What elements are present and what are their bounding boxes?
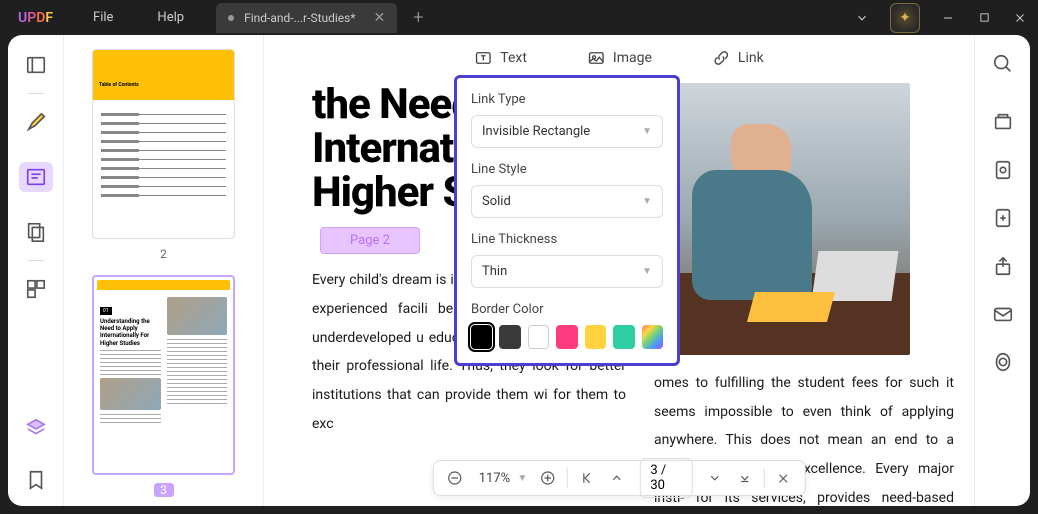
bookmark-icon[interactable] <box>23 468 49 492</box>
page-link-button[interactable]: Page 2 <box>320 227 420 254</box>
line-thickness-label: Line Thickness <box>471 232 663 247</box>
thumbnails-panel: Table of Contents 2 01 Understanding the… <box>64 35 264 506</box>
last-page-button[interactable] <box>732 464 758 492</box>
thumbnail-label-2: 2 <box>92 247 235 261</box>
new-tab-button[interactable]: + <box>413 7 423 28</box>
line-style-select[interactable]: Solid▼ <box>471 185 663 218</box>
link-properties-popup: Link Type Invisible Rectangle▼ Line Styl… <box>454 75 680 366</box>
thumb-toc-title: Table of Contents <box>99 82 228 88</box>
edit-tool-icon[interactable] <box>19 162 53 192</box>
swatch-dark-gray[interactable] <box>499 325 520 349</box>
close-toolbar-button[interactable] <box>771 464 797 492</box>
titlebar: UPDF File Help Find-and-...r-Studies* ✕ … <box>0 0 1038 35</box>
print-icon[interactable] <box>992 351 1014 373</box>
ocr-icon[interactable] <box>992 111 1014 133</box>
edit-toolbar: Text Image Link <box>474 49 763 67</box>
menu-help[interactable]: Help <box>135 10 206 25</box>
page-indicator[interactable]: 3 / 30 <box>639 458 692 498</box>
add-text-button[interactable]: Text <box>474 49 527 67</box>
thumb-badge: 01 <box>100 307 112 315</box>
reader-mode-icon[interactable] <box>23 53 49 77</box>
layers-icon[interactable] <box>23 416 49 440</box>
close-window-button[interactable] <box>1002 0 1038 35</box>
main-viewport[interactable]: Text Image Link the Need Internati Highe… <box>264 35 974 506</box>
share-icon[interactable] <box>992 255 1014 277</box>
left-toolbar <box>8 35 64 506</box>
thumbnail-label-3: 3 <box>154 483 174 497</box>
prev-page-button[interactable] <box>604 464 630 492</box>
bottom-toolbar: 117% ▼ 3 / 30 <box>433 460 806 496</box>
chevron-down-icon: ▼ <box>642 126 652 137</box>
maximize-button[interactable] <box>966 0 1002 35</box>
doc-image <box>654 83 910 355</box>
swatch-teal[interactable] <box>613 325 634 349</box>
workspace: Table of Contents 2 01 Understanding the… <box>8 35 1030 506</box>
ai-assistant-icon[interactable]: ✦ <box>890 3 920 33</box>
zoom-out-button[interactable] <box>442 464 468 492</box>
border-color-label: Border Color <box>471 302 663 317</box>
search-icon[interactable] <box>992 53 1014 75</box>
right-toolbar <box>974 35 1030 506</box>
tools-icon[interactable] <box>23 277 49 301</box>
email-icon[interactable] <box>992 303 1014 325</box>
chevron-down-icon[interactable] <box>844 0 880 35</box>
menu-file[interactable]: File <box>71 10 135 25</box>
zoom-dropdown-icon[interactable]: ▼ <box>517 473 527 484</box>
organize-pages-icon[interactable] <box>23 220 49 244</box>
line-style-label: Line Style <box>471 162 663 177</box>
chevron-down-icon: ▼ <box>642 196 652 207</box>
add-image-button[interactable]: Image <box>587 49 652 67</box>
add-link-button[interactable]: Link <box>712 49 764 67</box>
attach-icon[interactable] <box>992 207 1014 229</box>
first-page-button[interactable] <box>574 464 600 492</box>
swatch-rainbow[interactable] <box>642 325 663 349</box>
chevron-down-icon: ▼ <box>642 266 652 277</box>
next-page-button[interactable] <box>702 464 728 492</box>
comment-tool-icon[interactable] <box>23 110 49 134</box>
thumb-heading: Understanding the Need to Apply Internat… <box>100 318 161 347</box>
app-logo: UPDF <box>0 10 71 26</box>
close-tab-icon[interactable]: ✕ <box>374 10 386 26</box>
link-type-label: Link Type <box>471 92 663 107</box>
link-type-select[interactable]: Invisible Rectangle▼ <box>471 115 663 148</box>
swatch-black[interactable] <box>471 325 492 349</box>
swatch-pink[interactable] <box>556 325 577 349</box>
zoom-in-button[interactable] <box>535 464 561 492</box>
thumbnail-page-3[interactable]: 01 Understanding the Need to Apply Inter… <box>92 275 235 475</box>
minimize-button[interactable] <box>930 0 966 35</box>
crop-icon[interactable] <box>992 159 1014 181</box>
color-swatches <box>471 325 663 349</box>
swatch-white[interactable] <box>528 325 550 349</box>
document-tab[interactable]: Find-and-...r-Studies* ✕ <box>216 3 397 33</box>
swatch-yellow[interactable] <box>585 325 606 349</box>
line-thickness-select[interactable]: Thin▼ <box>471 255 663 288</box>
thumbnail-page-2[interactable]: Table of Contents <box>92 49 235 239</box>
tab-title: Find-and-...r-Studies* <box>244 11 355 25</box>
zoom-value[interactable]: 117% <box>475 471 513 486</box>
